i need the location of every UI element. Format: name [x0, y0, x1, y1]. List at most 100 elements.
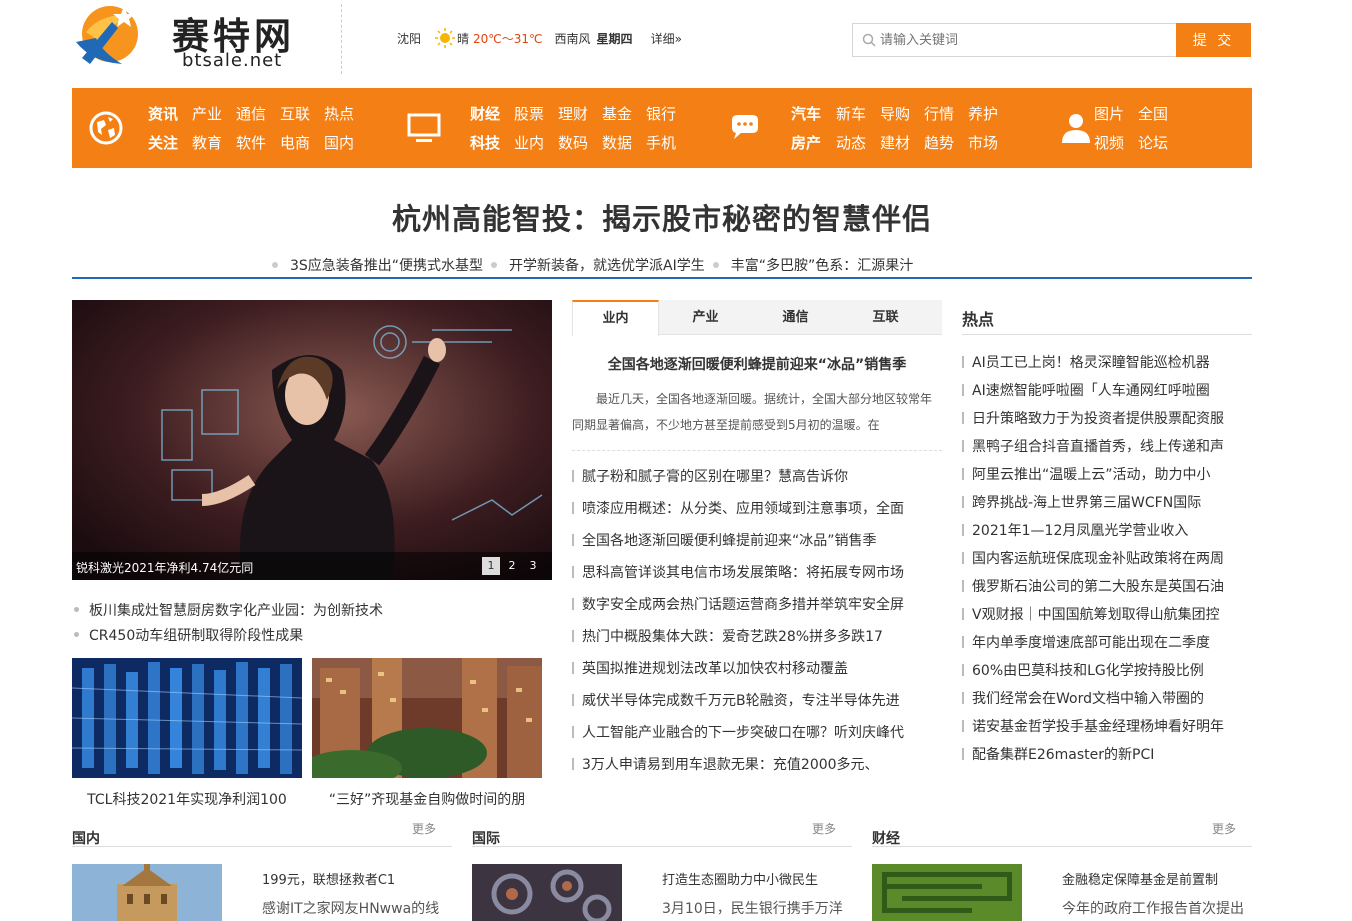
nav-link[interactable]: 理财: [558, 103, 588, 124]
tab-industry[interactable]: 产业: [662, 300, 749, 335]
section-thumb[interactable]: [472, 864, 622, 921]
list-item[interactable]: AI员工已上岗！格灵深瞳智能巡检机器: [962, 348, 1252, 376]
nav-link[interactable]: 关注: [148, 132, 178, 153]
list-item[interactable]: 诺安基金哲学投手基金经理杨坤看好明年: [962, 712, 1252, 740]
list-item[interactable]: AI速燃智能呼啦圈「人车通网红呼啦圈: [962, 376, 1252, 404]
section-thumb[interactable]: [72, 864, 222, 921]
list-item-text[interactable]: 我们经常会在Word文档中输入带圈的: [972, 688, 1204, 708]
headline-title[interactable]: 杭州高能智投：揭示股市秘密的智慧伴侣: [0, 196, 1324, 238]
nav-link[interactable]: 趋势: [924, 132, 954, 153]
list-item-text[interactable]: 人工智能产业融合的下一步突破口在哪？听刘庆峰代: [582, 722, 904, 742]
list-item[interactable]: 思科高管详谈其电信市场发展策略：将拓展专网市场: [572, 556, 942, 588]
list-item-text[interactable]: 配备集群E26master的新PCI: [972, 744, 1154, 764]
list-item[interactable]: 喷漆应用概述：从分类、应用领域到注意事项，全面: [572, 492, 942, 524]
tab-internet[interactable]: 互联: [842, 300, 929, 335]
slider-page-3[interactable]: 3: [524, 557, 542, 575]
list-item[interactable]: 腻子粉和腻子膏的区别在哪里？慧高告诉你: [572, 460, 942, 492]
list-item-text[interactable]: 国内客运航班保底现金补贴政策将在两周: [972, 548, 1224, 568]
thumb-caption[interactable]: “三好”齐现基金自购做时间的朋: [312, 789, 542, 809]
search-submit-button[interactable]: 提 交: [1176, 23, 1251, 57]
list-item[interactable]: 年内单季度增速底部可能出现在二季度: [962, 628, 1252, 656]
section-headline[interactable]: 金融稳定保障基金是前置制: [1062, 869, 1218, 888]
list-item[interactable]: 3万人申请易到用车退款无果：充值2000多元、: [572, 748, 942, 780]
list-item-text[interactable]: 喷漆应用概述：从分类、应用领域到注意事项，全面: [582, 498, 904, 518]
list-item-text[interactable]: 英国拟推进规划法改革以加快农村移动覆盖: [582, 658, 848, 678]
slider-caption[interactable]: 锐科激光2021年净利4.74亿元同: [76, 559, 253, 576]
buildings-image[interactable]: [312, 658, 542, 778]
nav-link[interactable]: 图片: [1094, 103, 1124, 124]
list-item[interactable]: V观财报｜中国国航筹划取得山航集团控: [962, 600, 1252, 628]
slider-image[interactable]: [72, 300, 552, 580]
server-rack-image[interactable]: [72, 658, 302, 778]
list-item-text[interactable]: 日升策略致力于为投资者提供股票配资服: [972, 408, 1224, 428]
nav-link[interactable]: 房产: [791, 132, 821, 153]
nav-link[interactable]: 通信: [236, 103, 266, 124]
logo-domain[interactable]: btsale.net: [182, 50, 282, 71]
list-item[interactable]: 60%由巴莫科技和LG化学按持股比例: [962, 656, 1252, 684]
list-item-text[interactable]: 热门中概股集体大跌：爱奇艺跌28%拼多多跌17: [582, 626, 883, 646]
nav-link[interactable]: 银行: [646, 103, 676, 124]
section-thumb[interactable]: [872, 864, 1022, 921]
nav-link[interactable]: 导购: [880, 103, 910, 124]
nav-link[interactable]: 产业: [192, 103, 222, 124]
list-item[interactable]: 日升策略致力于为投资者提供股票配资服: [962, 404, 1252, 432]
list-item-text[interactable]: 板川集成灶智慧厨房数字化产业园：为创新技术: [89, 600, 383, 620]
section-title-finance[interactable]: 财经: [872, 828, 900, 848]
nav-link[interactable]: 建材: [880, 132, 910, 153]
list-item-text[interactable]: AI速燃智能呼啦圈「人车通网红呼啦圈: [972, 380, 1210, 400]
nav-link[interactable]: 热点: [324, 103, 354, 124]
nav-link[interactable]: 互联: [280, 103, 310, 124]
nav-link[interactable]: 基金: [602, 103, 632, 124]
list-item[interactable]: 板川集成灶智慧厨房数字化产业园：为创新技术: [72, 597, 383, 622]
list-item-text[interactable]: 全国各地逐渐回暖便利蜂提前迎来“冰品”销售季: [582, 530, 877, 550]
list-item-text[interactable]: 年内单季度增速底部可能出现在二季度: [972, 632, 1210, 652]
nav-link[interactable]: 新车: [836, 103, 866, 124]
list-item[interactable]: 热门中概股集体大跌：爱奇艺跌28%拼多多跌17: [572, 620, 942, 652]
list-item-text[interactable]: 2021年1—12月凤凰光学营业收入: [972, 520, 1188, 540]
nav-link[interactable]: 论坛: [1138, 132, 1168, 153]
nav-link[interactable]: 养护: [968, 103, 998, 124]
nav-link[interactable]: 国内: [324, 132, 354, 153]
nav-link[interactable]: 科技: [470, 132, 500, 153]
section-title-international[interactable]: 国际: [472, 828, 500, 848]
image-slider[interactable]: 锐科激光2021年净利4.74亿元同 1 2 3: [72, 300, 552, 580]
nav-link[interactable]: 汽车: [791, 103, 821, 124]
list-item-text[interactable]: 诺安基金哲学投手基金经理杨坤看好明年: [972, 716, 1224, 736]
nav-link[interactable]: 股票: [514, 103, 544, 124]
list-item-text[interactable]: 阿里云推出“温暖上云”活动，助力中小: [972, 464, 1211, 484]
slider-page-2[interactable]: 2: [503, 557, 521, 575]
sublink[interactable]: 开学新装备，就选优学派AI学生: [509, 255, 705, 275]
search-input[interactable]: [880, 25, 1170, 55]
list-item[interactable]: 英国拟推进规划法改革以加快农村移动覆盖: [572, 652, 942, 684]
list-item-text[interactable]: 跨界挑战-海上世界第三届WCFN国际: [972, 492, 1201, 512]
list-item[interactable]: 阿里云推出“温暖上云”活动，助力中小: [962, 460, 1252, 488]
nav-link[interactable]: 市场: [968, 132, 998, 153]
thumb-caption[interactable]: TCL科技2021年实现净利润100: [72, 789, 302, 809]
list-item[interactable]: 国内客运航班保底现金补贴政策将在两周: [962, 544, 1252, 572]
list-item-text[interactable]: 威伏半导体完成数千万元B轮融资，专注半导体先进: [582, 690, 900, 710]
nav-link[interactable]: 全国: [1138, 103, 1168, 124]
nav-link[interactable]: 电商: [280, 132, 310, 153]
section-title-domestic[interactable]: 国内: [72, 828, 100, 848]
more-link[interactable]: 更多: [412, 820, 436, 837]
nav-link[interactable]: 业内: [514, 132, 544, 153]
slider-page-1[interactable]: 1: [482, 557, 500, 575]
nav-link[interactable]: 动态: [836, 132, 866, 153]
list-item[interactable]: 跨界挑战-海上世界第三届WCFN国际: [962, 488, 1252, 516]
nav-link[interactable]: 数据: [602, 132, 632, 153]
list-item[interactable]: 我们经常会在Word文档中输入带圈的: [962, 684, 1252, 712]
section-headline[interactable]: 打造生态圈助力中小微民生: [662, 869, 818, 888]
thumb-image-buildings[interactable]: [312, 658, 542, 778]
section-headline[interactable]: 199元，联想拯救者C1: [262, 869, 395, 888]
thumb-image-servers[interactable]: [72, 658, 302, 778]
feature-title[interactable]: 全国各地逐渐回暖便利蜂提前迎来“冰品”销售季: [572, 354, 942, 374]
gears-image[interactable]: [472, 864, 622, 921]
list-item-text[interactable]: 黑鸭子组合抖音直播首秀，线上传递和声: [972, 436, 1224, 456]
list-item-text[interactable]: 3万人申请易到用车退款无果：充值2000多元、: [582, 754, 879, 774]
weather-detail-link[interactable]: 详细»: [651, 30, 682, 47]
sublink[interactable]: 3S应急装备推出“便携式水基型: [290, 255, 483, 275]
nav-link[interactable]: 视频: [1094, 132, 1124, 153]
building-image[interactable]: [72, 864, 222, 921]
list-item[interactable]: 黑鸭子组合抖音直播首秀，线上传递和声: [962, 432, 1252, 460]
more-link[interactable]: 更多: [812, 820, 836, 837]
